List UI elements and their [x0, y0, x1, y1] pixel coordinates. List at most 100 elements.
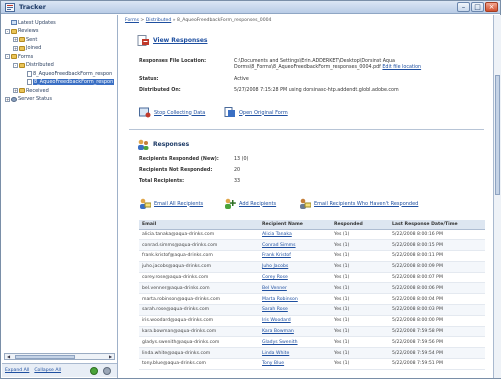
- tree-node[interactable]: - Forms: [5, 53, 33, 60]
- open-original-form-button[interactable]: Open Original Form: [224, 107, 288, 118]
- tree-node[interactable]: + Received: [13, 87, 49, 94]
- cell-recipient-name[interactable]: Bel Venner: [259, 282, 331, 295]
- recipients-icon: [138, 139, 149, 150]
- cell-recipient-name[interactable]: Juho Jacobs: [259, 261, 331, 273]
- expand-icon[interactable]: +: [13, 37, 18, 42]
- tree-node[interactable]: + Server Status: [5, 96, 52, 103]
- tree-node[interactable]: 8_AqueoFreedbackForm_respon: [21, 79, 115, 86]
- table-row[interactable]: conrad.simms@aqua-drinks.com Conrad Simms…: [139, 239, 485, 252]
- table-row[interactable]: gladys.swenith@aqua-drinks.com Gladys Swe…: [139, 336, 485, 349]
- cell-email: tony.blue@aqua-drinks.com: [139, 358, 259, 370]
- tree-node[interactable]: + Joined: [13, 45, 41, 52]
- breadcrumb: Forms > Distributed » 8_AqueoFreedbackFo…: [125, 18, 272, 23]
- tree-node[interactable]: 8_AqueoFreedbackForm_respon: [21, 70, 112, 77]
- view-responses-header[interactable]: View Responses: [137, 35, 207, 46]
- edit-file-location-link[interactable]: Edit file location: [382, 65, 421, 70]
- table-row[interactable]: linda.white@aqua-drinks.com Linda White Ye…: [139, 347, 485, 360]
- expand-all-link[interactable]: Expand All: [5, 368, 29, 373]
- cell-recipient-name[interactable]: Frank Kristof: [259, 250, 331, 262]
- cell-email: kara.bowman@aqua-drinks.com: [139, 326, 259, 338]
- cell-recipient-name[interactable]: Marta Robinson: [259, 293, 331, 306]
- table-row[interactable]: bel.venner@aqua-drinks.com Bel Venner Yes …: [139, 282, 485, 295]
- table-row[interactable]: alicia.tanaka@aqua-drinks.com Alicia Tana…: [139, 229, 485, 241]
- cell-email: frank.kristof@aqua-drinks.com: [139, 250, 259, 262]
- tree-node[interactable]: - Reviews: [5, 28, 38, 35]
- tree-footer: Expand All Collapse All: [2, 363, 117, 377]
- cell-recipient-name[interactable]: Iris Woodard: [259, 315, 331, 327]
- minimize-button[interactable]: –: [457, 2, 470, 12]
- column-header-email[interactable]: Email: [139, 220, 259, 230]
- info-row-distributed-on: Distributed On: 5/27/2008 7:15:28 PM usi…: [139, 88, 399, 93]
- scroll-right-icon[interactable]: ▶: [107, 354, 114, 359]
- updates-icon: [11, 20, 17, 25]
- tree-horizontal-scrollbar[interactable]: ◀ ▶: [4, 353, 115, 360]
- cell-last-response: 5/22/2008 8:00:04 PM: [389, 293, 485, 306]
- folder-icon: [11, 54, 17, 59]
- tree-node-label: Joined: [26, 45, 42, 51]
- cell-recipient-name[interactable]: Sarah Rose: [259, 304, 331, 316]
- table-row[interactable]: juho.jacobs@aqua-drinks.com Juho Jacobs Ye…: [139, 261, 485, 273]
- table-header-row: Email Recipient Name Responded Last Resp…: [139, 220, 485, 230]
- cell-last-response: 5/22/2008 8:00:09 PM: [389, 261, 485, 273]
- delete-icon[interactable]: [103, 366, 111, 375]
- table-row[interactable]: tony.blue@aqua-drinks.com Tony Blue Yes (1…: [139, 358, 485, 370]
- maximize-button[interactable]: □: [471, 2, 484, 12]
- email-reminder-icon: [300, 198, 311, 209]
- folder-icon: [19, 88, 25, 93]
- scroll-left-icon[interactable]: ◀: [5, 354, 12, 359]
- email-non-responders-button[interactable]: Email Recipients Who Haven't Responded: [299, 198, 418, 209]
- cell-recipient-name[interactable]: Alicia Tanaka: [259, 229, 331, 241]
- column-header-recipient-name[interactable]: Recipient Name: [259, 220, 331, 230]
- cell-last-response: 5/22/2008 7:59:58 PM: [389, 326, 485, 338]
- cell-recipient-name[interactable]: Kara Bowman: [259, 326, 331, 338]
- responses-title: Responses: [153, 141, 190, 148]
- responses-header: Responses: [137, 139, 189, 150]
- close-button[interactable]: ×: [485, 2, 498, 12]
- tracker-app-icon: [5, 3, 15, 12]
- cell-responded: Yes (1): [331, 336, 389, 349]
- cell-email: alicia.tanaka@aqua-drinks.com: [139, 229, 259, 241]
- table-row[interactable]: kara.bowman@aqua-drinks.com Kara Bowman Ye…: [139, 326, 485, 338]
- collapse-all-link[interactable]: Collapse All: [34, 368, 61, 373]
- table-row[interactable]: frank.kristof@aqua-drinks.com Frank Krist…: [139, 250, 485, 262]
- expand-icon[interactable]: +: [13, 45, 18, 51]
- collapse-icon[interactable]: -: [5, 28, 10, 34]
- cell-recipient-name[interactable]: Gladys Swenith: [259, 336, 331, 349]
- tree-node-label: Distributed: [26, 62, 54, 68]
- responses-table: Email Recipient Name Responded Last Resp…: [139, 220, 485, 370]
- cell-recipient-name[interactable]: Tony Blue: [259, 358, 331, 370]
- tree-node[interactable]: Latest Updates: [5, 19, 56, 26]
- scroll-thumb[interactable]: [15, 355, 75, 359]
- column-header-last-response[interactable]: Last Response Date/Time: [389, 220, 485, 230]
- cell-recipient-name[interactable]: Linda White: [259, 347, 331, 360]
- add-recipients-button[interactable]: Add Recipients: [224, 198, 276, 209]
- cell-last-response: 5/22/2008 8:00:07 PM: [389, 272, 485, 284]
- vertical-scroll-thumb[interactable]: [495, 75, 500, 195]
- breadcrumb-forms[interactable]: Forms: [125, 18, 139, 23]
- cell-recipient-name[interactable]: Conrad Simms: [259, 239, 331, 252]
- tree-node[interactable]: - Distributed: [13, 62, 54, 69]
- stat-responded: Recipients Responded (New): 13 (0): [139, 157, 249, 162]
- email-all-recipients-button[interactable]: Email All Recipients: [139, 198, 203, 209]
- table-row[interactable]: sarah.rose@aqua-drinks.com Sarah Rose Yes …: [139, 304, 485, 316]
- refresh-icon[interactable]: [90, 366, 98, 375]
- column-header-responded[interactable]: Responded: [331, 220, 389, 230]
- breadcrumb-distributed[interactable]: Distributed: [146, 18, 172, 23]
- cell-responded: Yes (1): [331, 347, 389, 360]
- folder-icon: [19, 37, 25, 42]
- view-responses-link[interactable]: View Responses: [153, 37, 207, 44]
- tree-node[interactable]: + Sent: [13, 36, 37, 43]
- collapse-icon[interactable]: -: [13, 62, 18, 68]
- stop-collecting-data-button[interactable]: Stop Collecting Data: [139, 107, 205, 118]
- collapse-icon[interactable]: -: [5, 54, 10, 59]
- table-row[interactable]: marta.robinson@aqua-drinks.com Marta Robi…: [139, 293, 485, 306]
- title-bar: Tracker – □ ×: [1, 1, 500, 14]
- expand-icon[interactable]: +: [5, 96, 10, 102]
- expand-icon[interactable]: +: [13, 88, 18, 93]
- table-row[interactable]: iris.woodard@aqua-drinks.com Iris Woodard…: [139, 315, 485, 327]
- table-row[interactable]: corey.rose@aqua-drinks.com Corey Rose Yes …: [139, 272, 485, 284]
- stop-collecting-icon: [139, 107, 151, 118]
- details-vertical-scrollbar[interactable]: [493, 15, 501, 378]
- cell-responded: Yes (1): [331, 315, 389, 327]
- cell-recipient-name[interactable]: Corey Rose: [259, 272, 331, 284]
